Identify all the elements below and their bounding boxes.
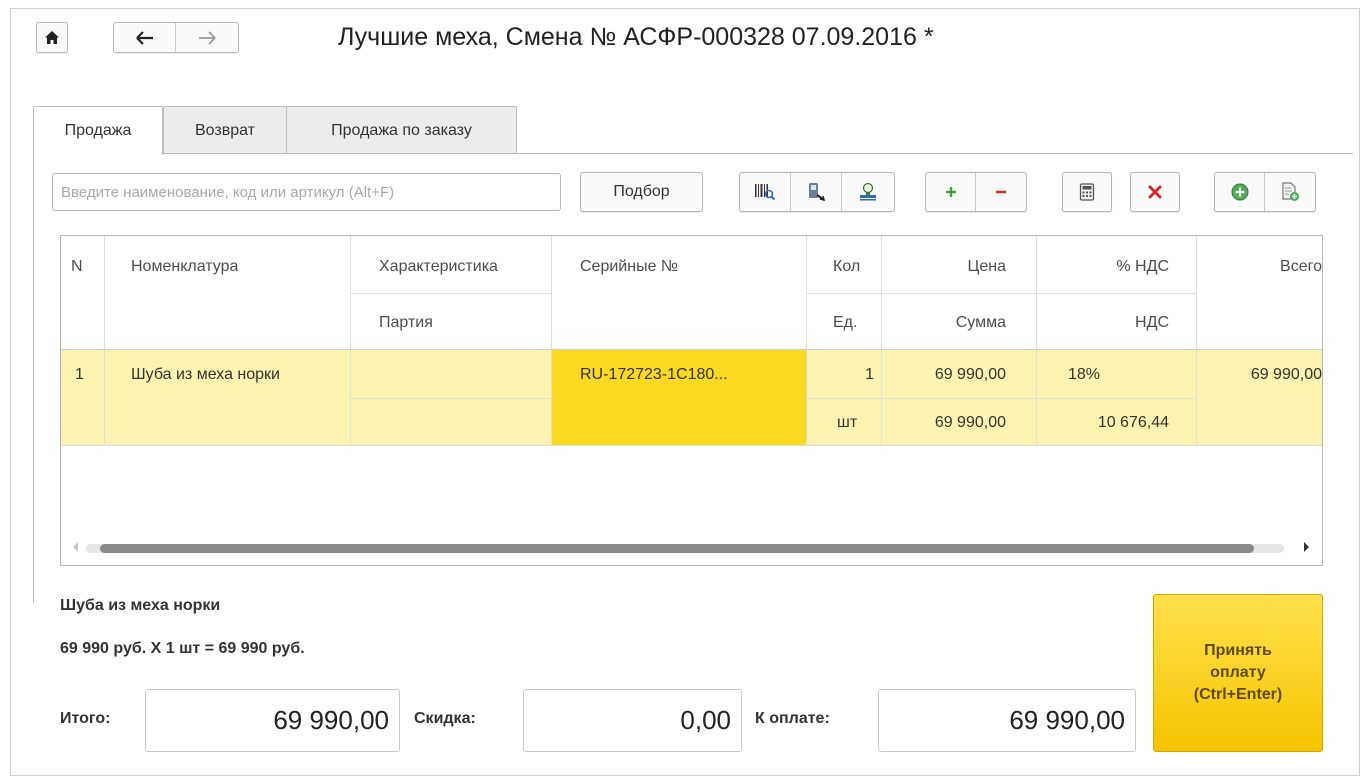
page-title: Лучшие меха, Смена № АСФР-000328 07.09.2… xyxy=(338,23,934,51)
to-pay-field[interactable]: 69 990,00 xyxy=(878,689,1136,752)
home-button[interactable] xyxy=(36,22,68,53)
qty-tools-group xyxy=(925,172,1027,212)
barcode-search-button[interactable] xyxy=(740,173,791,211)
scanner-button[interactable] xyxy=(791,173,842,211)
sales-table[interactable]: N Номенклатура Характеристика Партия Сер… xyxy=(60,235,1323,566)
discount-field[interactable]: 0,00 xyxy=(523,689,742,752)
tab-return[interactable]: Возврат xyxy=(163,106,287,154)
stamp-button[interactable] xyxy=(842,173,894,211)
row-serial[interactable]: RU-172723-1C180... xyxy=(580,358,728,392)
total-label: Итого: xyxy=(60,710,111,727)
row-vat[interactable]: 10 676,44 xyxy=(1036,406,1169,440)
select-button[interactable]: Подбор xyxy=(580,172,703,212)
forward-button[interactable] xyxy=(176,23,238,52)
header-vat-rate[interactable]: % НДС xyxy=(1036,250,1169,284)
forward-arrow-icon xyxy=(199,30,216,45)
calculator-button[interactable] xyxy=(1062,172,1112,212)
header-n[interactable]: N xyxy=(71,250,83,284)
discount-label: Скидка: xyxy=(414,710,476,727)
add-document-icon xyxy=(1282,182,1299,201)
history-nav-group xyxy=(113,22,239,53)
header-characteristic[interactable]: Характеристика xyxy=(379,250,498,284)
add-item-button[interactable] xyxy=(1215,173,1266,211)
scrollbar-thumb[interactable] xyxy=(100,544,1254,553)
pay-label-line3: (Ctrl+Enter) xyxy=(1193,686,1283,703)
decrease-qty-button[interactable] xyxy=(976,173,1026,211)
header-unit[interactable]: Ед. xyxy=(833,306,857,340)
barcode-search-icon xyxy=(755,184,776,201)
scanner-icon xyxy=(809,183,826,202)
to-pay-label: К оплате: xyxy=(755,710,830,727)
delete-row-button[interactable] xyxy=(1130,172,1180,212)
stamp-icon xyxy=(860,182,876,201)
back-arrow-icon xyxy=(135,30,153,45)
tab-sale-by-order[interactable]: Продажа по заказу xyxy=(286,106,517,154)
minus-icon xyxy=(996,190,1006,194)
increase-qty-button[interactable] xyxy=(926,173,977,211)
header-vat[interactable]: НДС xyxy=(1036,306,1169,340)
row-vat-rate[interactable]: 18% xyxy=(1068,358,1100,392)
header-batch[interactable]: Партия xyxy=(379,306,433,340)
add-circle-icon xyxy=(1231,183,1248,201)
scroll-left-icon[interactable] xyxy=(73,542,78,552)
calculator-icon xyxy=(1079,183,1095,201)
tab-sale[interactable]: Продажа xyxy=(33,106,163,155)
header-sum[interactable]: Сумма xyxy=(881,306,1006,340)
home-icon xyxy=(45,30,59,44)
row-sum[interactable]: 69 990,00 xyxy=(881,406,1006,440)
add-tools-group xyxy=(1214,172,1316,212)
header-qty[interactable]: Кол xyxy=(833,250,860,284)
header-total[interactable]: Всего xyxy=(1196,250,1322,284)
row-n[interactable]: 1 xyxy=(75,358,84,392)
header-price[interactable]: Цена xyxy=(881,250,1006,284)
row-unit[interactable]: шт xyxy=(837,406,857,440)
header-nomenclature[interactable]: Номенклатура xyxy=(131,250,238,284)
back-button[interactable] xyxy=(114,23,176,52)
row-total[interactable]: 69 990,00 xyxy=(1196,358,1322,392)
total-field[interactable]: 69 990,00 xyxy=(145,689,400,752)
selected-item-name: Шуба из меха норки xyxy=(60,597,221,614)
search-input[interactable] xyxy=(52,173,561,211)
selected-item-calc: 69 990 руб. Х 1 шт = 69 990 руб. xyxy=(60,640,305,657)
plus-icon xyxy=(945,187,956,197)
accept-payment-button[interactable]: Принять оплату (Ctrl+Enter) xyxy=(1153,594,1323,752)
row-qty[interactable]: 1 xyxy=(806,358,874,392)
delete-icon xyxy=(1148,185,1162,199)
pay-label-line1: Принять xyxy=(1204,642,1272,659)
row-price[interactable]: 69 990,00 xyxy=(881,358,1006,392)
row-nomenclature[interactable]: Шуба из меха норки xyxy=(131,358,280,392)
scroll-right-icon[interactable] xyxy=(1304,542,1309,552)
header-serial[interactable]: Серийные № xyxy=(580,250,678,284)
scanner-tools-group xyxy=(739,172,895,212)
pay-label-line2: оплату xyxy=(1210,664,1266,681)
add-document-button[interactable] xyxy=(1265,173,1315,211)
